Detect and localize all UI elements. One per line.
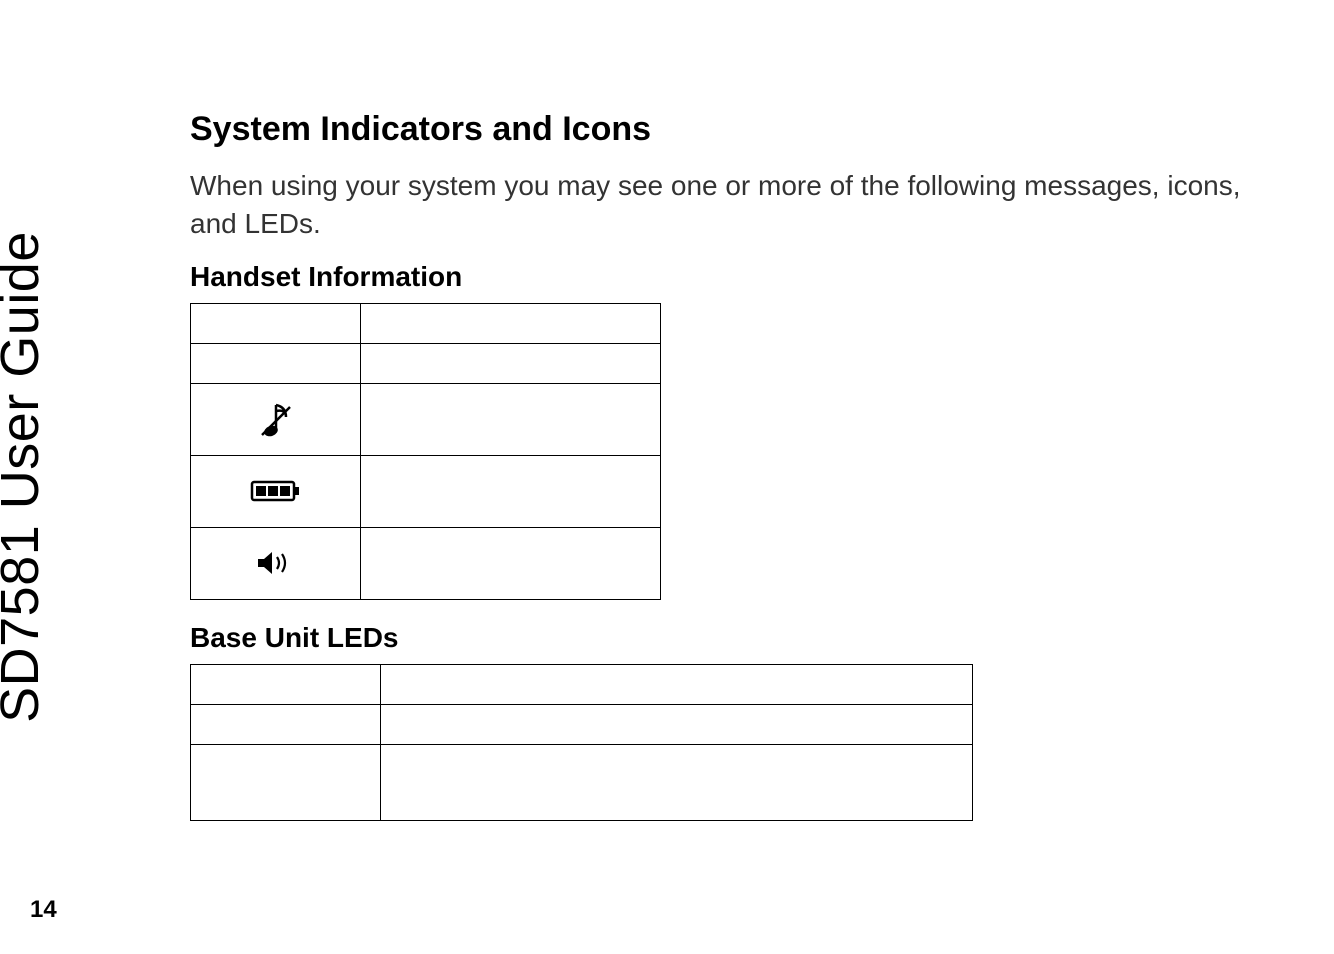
table-cell	[191, 343, 361, 383]
table-row	[191, 455, 661, 527]
section-heading: System Indicators and Icons	[190, 110, 1254, 149]
table-cell	[361, 343, 661, 383]
table-row	[191, 704, 973, 744]
table-cell	[191, 744, 381, 820]
table-row	[191, 527, 661, 599]
intro-paragraph: When using your system you may see one o…	[190, 167, 1254, 243]
spine-title: SD7581 User Guide	[0, 231, 51, 723]
table-row	[191, 744, 973, 820]
main-content: System Indicators and Icons When using y…	[190, 110, 1254, 821]
table-cell	[191, 664, 381, 704]
table-cell	[381, 664, 973, 704]
table-cell	[191, 383, 361, 455]
table-cell	[361, 527, 661, 599]
table-cell	[191, 704, 381, 744]
music-note-icon	[191, 384, 360, 455]
table-cell	[191, 303, 361, 343]
table-row	[191, 343, 661, 383]
table-cell	[361, 383, 661, 455]
table-cell	[381, 744, 973, 820]
table-row	[191, 383, 661, 455]
table-cell	[361, 303, 661, 343]
table-row	[191, 664, 973, 704]
table-cell	[361, 455, 661, 527]
speaker-icon	[191, 528, 360, 599]
page-number: 14	[30, 896, 57, 924]
table-cell	[191, 455, 361, 527]
battery-icon	[191, 456, 360, 527]
table-cell	[191, 527, 361, 599]
base-unit-table	[190, 664, 973, 821]
handset-info-table	[190, 303, 661, 600]
handset-info-heading: Handset Information	[190, 261, 1254, 293]
table-row	[191, 303, 661, 343]
table-cell	[381, 704, 973, 744]
base-unit-heading: Base Unit LEDs	[190, 622, 1254, 654]
